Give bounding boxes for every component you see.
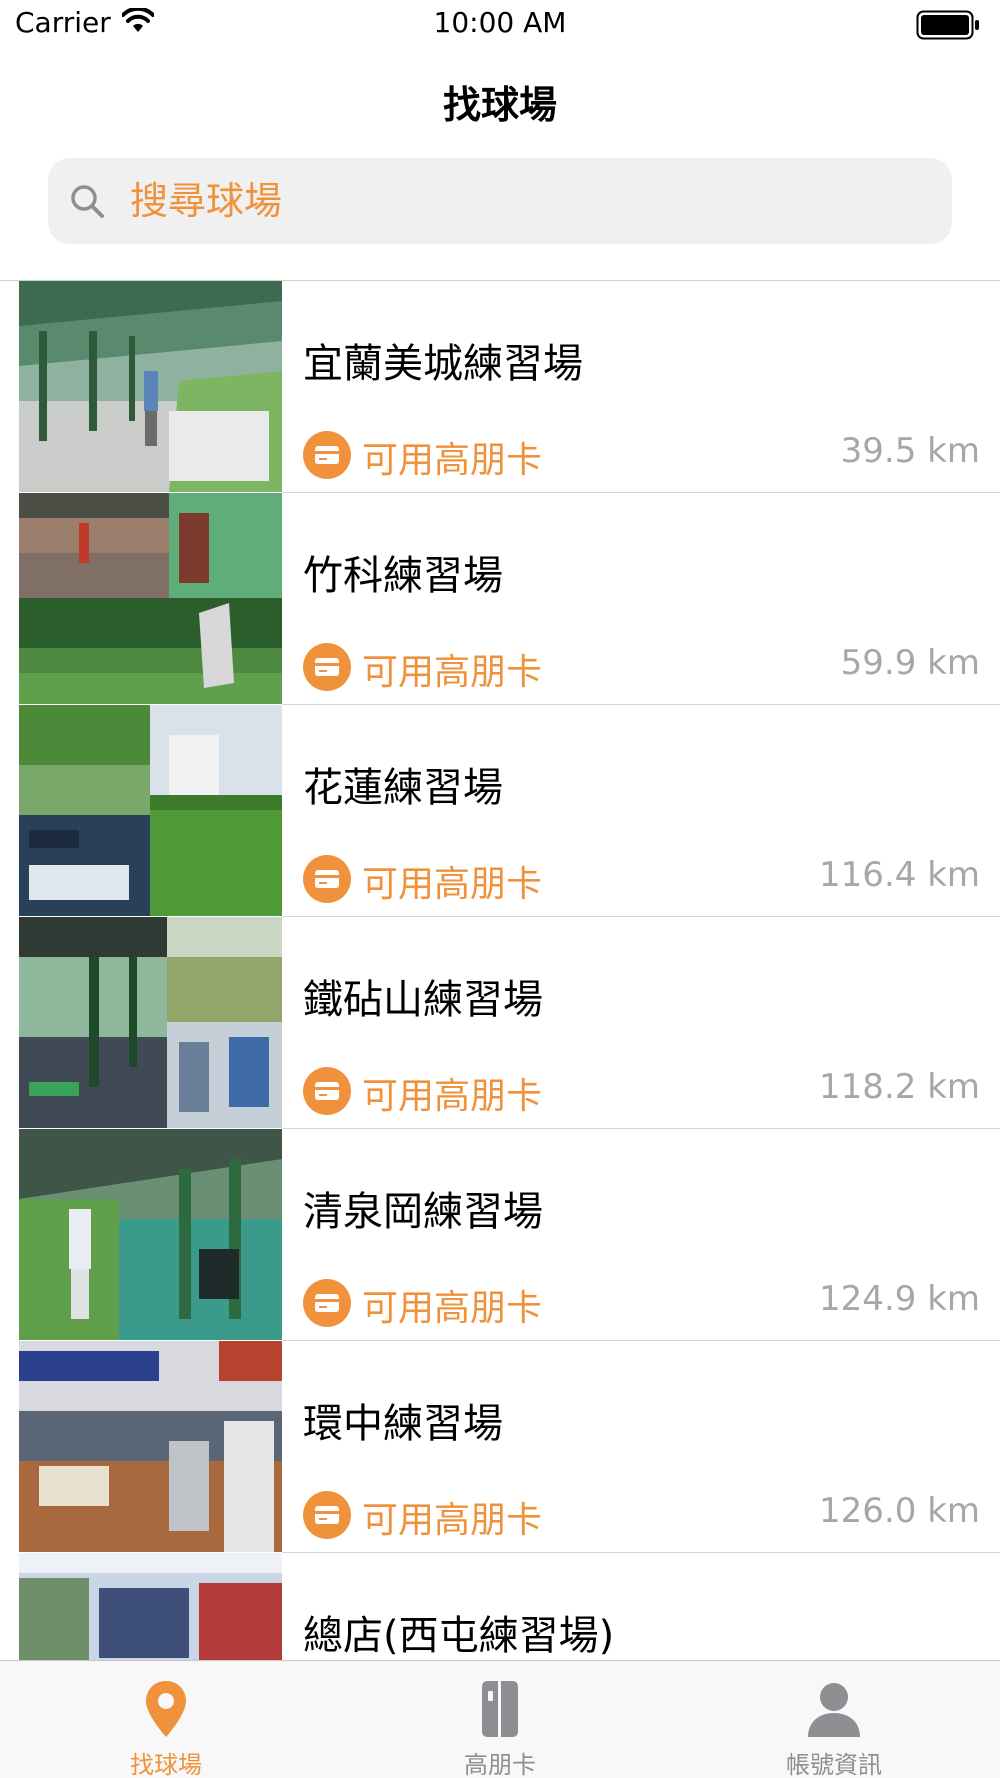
course-row[interactable]: 環中練習場 可用高朋卡 126.0 km: [0, 1341, 1000, 1553]
card-availability-label: 可用高朋卡: [362, 652, 543, 693]
status-time: 10:00 AM: [433, 6, 567, 39]
course-row[interactable]: 總店(西屯練習場): [0, 1553, 1000, 1661]
tab-find-course[interactable]: 找球場: [76, 1661, 256, 1778]
course-distance: 118.2 km: [819, 1067, 980, 1107]
search-icon: [71, 185, 104, 218]
course-row[interactable]: 鐵砧山練習場 可用高朋卡 118.2 km: [0, 917, 1000, 1129]
course-name: 清泉岡練習場: [303, 1189, 543, 1235]
course-row[interactable]: 花蓮練習場 可用高朋卡 116.4 km: [0, 705, 1000, 917]
course-distance: 124.9 km: [819, 1279, 980, 1319]
course-name: 竹科練習場: [303, 553, 503, 599]
tab-label: 高朋卡: [464, 1751, 536, 1778]
tab-label: 找球場: [130, 1751, 202, 1778]
app-screen: Carrier 10:00 AM 找球場 搜尋球場 宜蘭美城練習場 可用高朋卡 …: [0, 0, 1000, 1778]
tab-card[interactable]: 高朋卡: [410, 1661, 590, 1778]
course-photo: [19, 917, 282, 1128]
course-distance: 116.4 km: [819, 855, 980, 895]
card-availability-label: 可用高朋卡: [362, 1288, 543, 1329]
course-row[interactable]: 竹科練習場 可用高朋卡 59.9 km: [0, 493, 1000, 705]
card-availability-label: 可用高朋卡: [362, 440, 543, 481]
card-icon: [303, 1279, 351, 1327]
status-bar: Carrier 10:00 AM: [0, 0, 1000, 52]
tab-account[interactable]: 帳號資訊: [744, 1661, 924, 1778]
card-icon: [303, 855, 351, 903]
course-name: 花蓮練習場: [303, 765, 503, 811]
course-name: 宜蘭美城練習場: [303, 341, 583, 387]
course-name: 鐵砧山練習場: [303, 977, 543, 1023]
tab-bar: 找球場 高朋卡 帳號資訊: [0, 1660, 1000, 1778]
card-icon: [303, 431, 351, 479]
card-availability-label: 可用高朋卡: [362, 1500, 543, 1541]
card-icon: [303, 1491, 351, 1539]
search-bar[interactable]: [48, 158, 952, 244]
course-photo: [19, 493, 282, 704]
course-distance: 59.9 km: [840, 643, 980, 683]
course-photo: [19, 1129, 282, 1340]
card-icon: [482, 1681, 518, 1737]
course-distance: 39.5 km: [840, 431, 980, 471]
battery-icon: [916, 10, 979, 40]
course-photo: [19, 281, 282, 492]
course-list[interactable]: 宜蘭美城練習場 可用高朋卡 39.5 km 竹科練習場 可用高朋卡 59.9 k…: [0, 281, 1000, 1661]
card-availability-label: 可用高朋卡: [362, 1076, 543, 1117]
card-icon: [303, 643, 351, 691]
course-photo: [19, 1553, 282, 1661]
location-pin-icon: [146, 1681, 186, 1737]
page-title: 找球場: [442, 83, 557, 127]
person-icon: [808, 1683, 860, 1737]
course-photo: [19, 705, 282, 916]
tab-label: 帳號資訊: [786, 1751, 882, 1778]
search-input[interactable]: [120, 158, 940, 244]
course-photo: [19, 1341, 282, 1552]
course-distance: 126.0 km: [819, 1491, 980, 1531]
course-row[interactable]: 清泉岡練習場 可用高朋卡 124.9 km: [0, 1129, 1000, 1341]
course-row[interactable]: 宜蘭美城練習場 可用高朋卡 39.5 km: [0, 281, 1000, 493]
card-availability-label: 可用高朋卡: [362, 864, 543, 905]
card-icon: [303, 1067, 351, 1115]
course-name: 環中練習場: [303, 1401, 503, 1447]
course-name: 總店(西屯練習場): [303, 1613, 615, 1659]
